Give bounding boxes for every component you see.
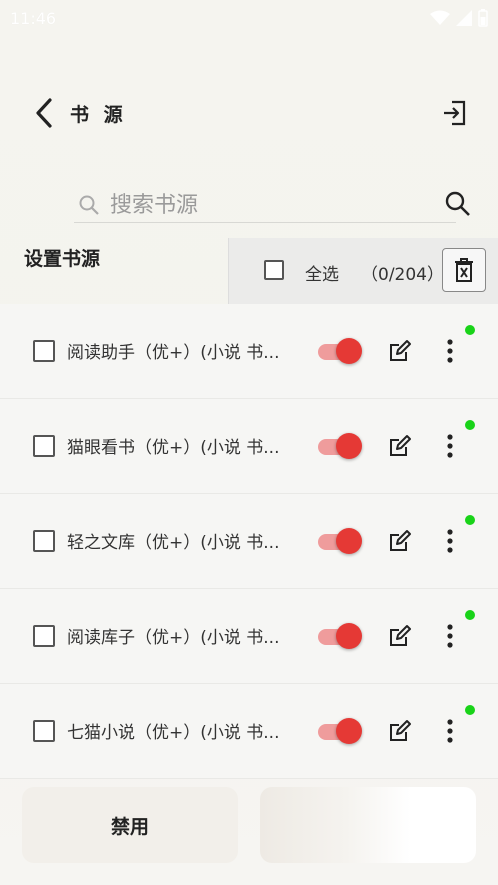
status-dot [465, 610, 475, 620]
source-name: 轻之文库（优+）(小说 书... [67, 533, 280, 553]
list-item[interactable]: 阅读库子（优+）(小说 书... [0, 589, 498, 684]
edit-icon [390, 530, 411, 551]
more-button[interactable] [440, 337, 460, 365]
list-item[interactable]: 猫眼看书（优+）(小说 书... [0, 399, 498, 494]
source-name: 猫眼看书（优+）(小说 书... [67, 438, 280, 458]
more-vertical-icon [447, 339, 453, 363]
status-icons [430, 9, 488, 27]
enable-toggle[interactable] [318, 622, 364, 650]
more-button[interactable] [440, 527, 460, 555]
row-checkbox[interactable] [33, 625, 55, 647]
more-vertical-icon [447, 529, 453, 553]
battery-icon [478, 9, 488, 27]
more-button[interactable] [440, 622, 460, 650]
toolbar: 书 源 [0, 88, 498, 138]
status-bar: 11:46 [0, 0, 498, 36]
import-icon [444, 100, 466, 126]
selection-panel: 全选 （0/204） [228, 238, 498, 304]
source-list: 阅读助手（优+）(小说 书... 猫眼看书（优+）(小说 书... 轻之文库（优… [0, 304, 498, 779]
search-icon [445, 191, 470, 216]
back-button[interactable] [30, 96, 60, 130]
status-dot [465, 325, 475, 335]
status-dot [465, 420, 475, 430]
source-name: 阅读助手（优+）(小说 书... [67, 343, 280, 363]
row-checkbox[interactable] [33, 720, 55, 742]
selection-count: （0/204） [361, 265, 444, 285]
section-title: 设置书源 [24, 248, 101, 270]
enable-toggle[interactable] [318, 717, 364, 745]
list-item[interactable]: 阅读助手（优+）(小说 书... [0, 304, 498, 399]
trash-icon [455, 258, 473, 282]
delete-button[interactable] [442, 248, 486, 292]
select-all-checkbox[interactable] [264, 260, 284, 280]
bottom-bar: 禁用 [0, 785, 498, 885]
more-vertical-icon [447, 624, 453, 648]
enable-toggle[interactable] [318, 527, 364, 555]
search-button[interactable] [444, 190, 474, 220]
edit-button[interactable] [388, 434, 412, 458]
search-icon [79, 195, 99, 215]
search-input[interactable] [108, 191, 432, 219]
row-checkbox[interactable] [33, 340, 55, 362]
status-time: 11:46 [10, 8, 57, 28]
search-bar [24, 178, 490, 228]
search-field [74, 188, 456, 223]
source-name: 七猫小说（优+）(小说 书... [67, 723, 280, 743]
disable-button[interactable]: 禁用 [22, 787, 238, 863]
edit-icon [390, 435, 411, 456]
edit-icon [390, 720, 411, 741]
edit-button[interactable] [388, 719, 412, 743]
edit-button[interactable] [388, 529, 412, 553]
row-checkbox[interactable] [33, 435, 55, 457]
more-vertical-icon [447, 719, 453, 743]
page-title: 书 源 [70, 104, 127, 126]
wifi-icon [430, 10, 450, 25]
list-item[interactable]: 七猫小说（优+）(小说 书... [0, 684, 498, 779]
edit-button[interactable] [388, 624, 412, 648]
select-all-label: 全选 [305, 265, 339, 285]
signal-icon [456, 10, 472, 26]
enable-toggle[interactable] [318, 432, 364, 460]
secondary-button[interactable] [260, 787, 476, 863]
status-dot [465, 705, 475, 715]
list-item[interactable]: 轻之文库（优+）(小说 书... [0, 494, 498, 589]
row-checkbox[interactable] [33, 530, 55, 552]
edit-icon [390, 340, 411, 361]
status-dot [465, 515, 475, 525]
enable-toggle[interactable] [318, 337, 364, 365]
import-button[interactable] [440, 98, 470, 128]
more-button[interactable] [440, 717, 460, 745]
edit-icon [390, 625, 411, 646]
edit-button[interactable] [388, 339, 412, 363]
source-name: 阅读库子（优+）(小说 书... [67, 628, 280, 648]
more-vertical-icon [447, 434, 453, 458]
chevron-left-icon [36, 98, 52, 128]
more-button[interactable] [440, 432, 460, 460]
